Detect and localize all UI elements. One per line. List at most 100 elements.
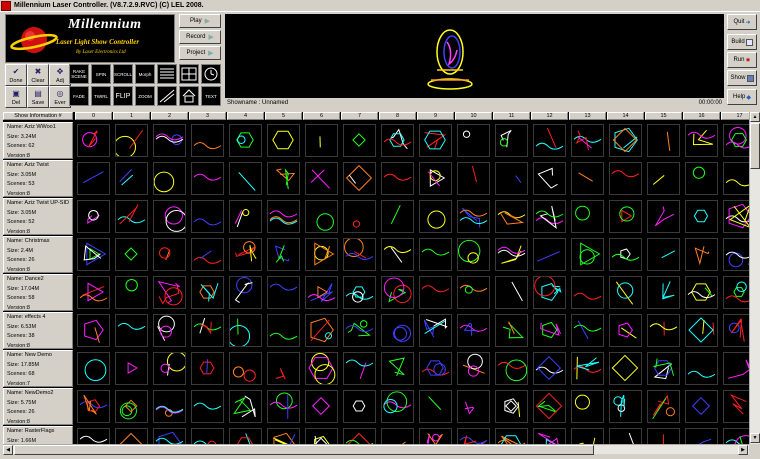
scene-thumbnail[interactable] — [381, 276, 414, 309]
save-button[interactable]: ▤ Save — [27, 86, 49, 108]
scene-thumbnail[interactable] — [381, 200, 414, 233]
scene-thumbnail[interactable] — [381, 238, 414, 271]
scene-thumbnail[interactable] — [153, 162, 186, 195]
scene-thumbnail[interactable] — [495, 124, 528, 157]
scene-thumbnail[interactable] — [533, 200, 566, 233]
scene-thumbnail[interactable] — [609, 352, 642, 385]
scene-thumbnail[interactable] — [77, 238, 110, 271]
scene-thumbnail[interactable] — [609, 238, 642, 271]
show-info[interactable]: Name: Aziz WWoo1 Size: 3.24M Scenes: 62 Ver… — [3, 122, 73, 159]
scene-thumbnail[interactable] — [153, 200, 186, 233]
scene-thumbnail[interactable] — [153, 314, 186, 347]
scene-thumbnail[interactable] — [229, 390, 262, 423]
scene-thumbnail[interactable] — [419, 314, 452, 347]
scroll-right-icon[interactable]: ▶ — [738, 445, 748, 455]
scene-thumbnail[interactable] — [457, 238, 490, 271]
scene-thumbnail[interactable] — [77, 200, 110, 233]
scene-thumbnail[interactable] — [191, 276, 224, 309]
scene-thumbnail[interactable] — [495, 314, 528, 347]
scene-thumbnail[interactable] — [305, 352, 338, 385]
scene-thumbnail[interactable] — [77, 390, 110, 423]
scene-thumbnail[interactable] — [419, 238, 452, 271]
scene-thumbnail[interactable] — [419, 124, 452, 157]
scene-thumbnail[interactable] — [191, 390, 224, 423]
scene-thumbnail[interactable] — [723, 200, 749, 233]
scene-thumbnail[interactable] — [343, 162, 376, 195]
scene-thumbnail[interactable] — [571, 276, 604, 309]
scene-thumbnail[interactable] — [305, 314, 338, 347]
scene-thumbnail[interactable] — [647, 200, 680, 233]
scene-thumbnail[interactable] — [115, 276, 148, 309]
effect-scroll[interactable]: SCROLL — [113, 64, 133, 84]
scene-thumbnail[interactable] — [381, 124, 414, 157]
effect-text[interactable]: TEXT — [201, 86, 221, 106]
scene-thumbnail[interactable] — [229, 200, 262, 233]
scene-thumbnail[interactable] — [229, 124, 262, 157]
scene-thumbnail[interactable] — [381, 314, 414, 347]
scene-thumbnail[interactable] — [267, 200, 300, 233]
adj-button[interactable]: ✥ Adj — [49, 64, 71, 86]
scene-thumbnail[interactable] — [571, 390, 604, 423]
scene-thumbnail[interactable] — [267, 390, 300, 423]
scene-thumbnail[interactable] — [153, 124, 186, 157]
quit-button[interactable]: Quit ➜ — [727, 14, 757, 30]
record-button[interactable]: Record ▶ — [179, 30, 221, 44]
scene-thumbnail[interactable] — [343, 352, 376, 385]
scene-thumbnail[interactable] — [77, 428, 110, 444]
scene-thumbnail[interactable] — [571, 238, 604, 271]
scene-thumbnail[interactable] — [305, 390, 338, 423]
scene-thumbnail[interactable] — [457, 162, 490, 195]
scene-thumbnail[interactable] — [419, 390, 452, 423]
build-button[interactable]: Build — [727, 34, 757, 50]
scene-thumbnail[interactable] — [153, 352, 186, 385]
scene-thumbnail[interactable] — [191, 162, 224, 195]
scene-thumbnail[interactable] — [343, 124, 376, 157]
scene-thumbnail[interactable] — [153, 276, 186, 309]
scene-thumbnail[interactable] — [457, 390, 490, 423]
scene-thumbnail[interactable] — [533, 428, 566, 444]
scene-thumbnail[interactable] — [77, 314, 110, 347]
effect-home[interactable] — [179, 86, 199, 106]
scene-thumbnail[interactable] — [115, 238, 148, 271]
project-button[interactable]: Project ▶ — [179, 46, 221, 60]
scene-thumbnail[interactable] — [533, 352, 566, 385]
scroll-up-icon[interactable]: ▲ — [750, 112, 760, 122]
scene-thumbnail[interactable] — [495, 390, 528, 423]
scene-thumbnail[interactable] — [533, 276, 566, 309]
scene-thumbnail[interactable] — [381, 352, 414, 385]
horizontal-scroll-thumb[interactable] — [14, 445, 594, 455]
scene-thumbnail[interactable] — [191, 428, 224, 444]
scene-thumbnail[interactable] — [647, 352, 680, 385]
scene-thumbnail[interactable] — [647, 238, 680, 271]
scene-thumbnail[interactable] — [229, 428, 262, 444]
scene-thumbnail[interactable] — [77, 124, 110, 157]
scene-thumbnail[interactable] — [153, 428, 186, 444]
show-info[interactable]: Name: New Demo Size: 17.85M Scenes: 68 Vers… — [3, 350, 73, 387]
scene-thumbnail[interactable] — [153, 390, 186, 423]
scroll-down-icon[interactable]: ▼ — [750, 433, 760, 443]
scene-thumbnail[interactable] — [533, 124, 566, 157]
scene-thumbnail[interactable] — [647, 276, 680, 309]
effect-spin[interactable]: SPIN — [91, 64, 111, 84]
scene-thumbnail[interactable] — [495, 162, 528, 195]
scene-thumbnail[interactable] — [723, 314, 749, 347]
scene-thumbnail[interactable] — [419, 428, 452, 444]
scene-thumbnail[interactable] — [115, 200, 148, 233]
scroll-left-icon[interactable]: ◀ — [3, 445, 13, 455]
scene-thumbnail[interactable] — [571, 124, 604, 157]
scene-thumbnail[interactable] — [533, 390, 566, 423]
scene-thumbnail[interactable] — [723, 428, 749, 444]
scene-thumbnail[interactable] — [533, 314, 566, 347]
scene-thumbnail[interactable] — [571, 162, 604, 195]
scene-thumbnail[interactable] — [571, 200, 604, 233]
show-info[interactable]: Name: Dance2 Size: 17.04M Scenes: 58 Versio… — [3, 274, 73, 311]
scene-thumbnail[interactable] — [685, 352, 718, 385]
scene-thumbnail[interactable] — [457, 352, 490, 385]
scene-thumbnail[interactable] — [191, 314, 224, 347]
scene-thumbnail[interactable] — [343, 390, 376, 423]
help-button[interactable]: Help ◆ — [727, 89, 757, 105]
scene-thumbnail[interactable] — [381, 428, 414, 444]
scene-thumbnail[interactable] — [115, 314, 148, 347]
scene-thumbnail[interactable] — [609, 276, 642, 309]
scene-thumbnail[interactable] — [267, 162, 300, 195]
